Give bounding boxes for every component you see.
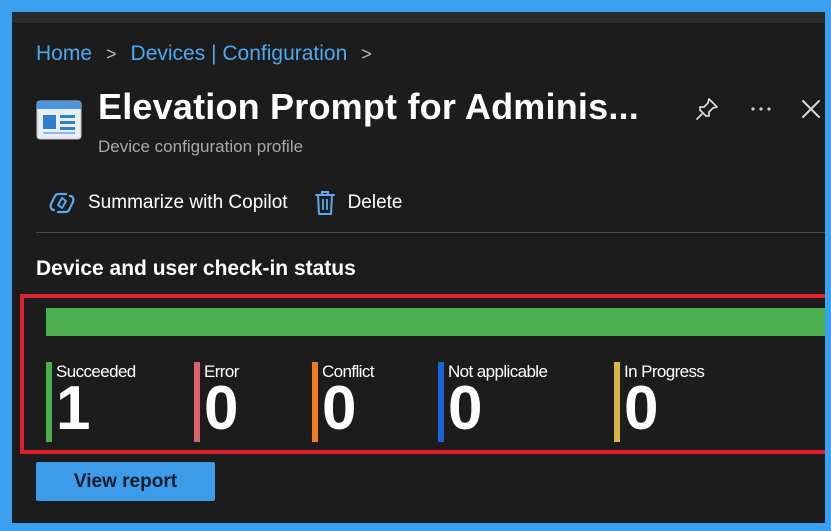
status-not-applicable[interactable]: Not applicable 0 [438, 362, 548, 444]
view-report-button[interactable]: View report [36, 462, 215, 501]
status-count: 0 [322, 374, 357, 443]
profile-panel: Home > Devices | Configuration > Elevati… [12, 12, 825, 523]
delete-label: Delete [347, 192, 403, 213]
profile-icon [36, 100, 82, 140]
summarize-with-copilot-button[interactable]: Summarize with Copilot [48, 191, 288, 215]
command-toolbar: Summarize with Copilot Delete [48, 190, 403, 216]
breadcrumb-separator: > [106, 43, 117, 64]
top-strip [12, 12, 825, 23]
delete-button[interactable]: Delete [314, 190, 403, 216]
status-progress-bar [46, 308, 825, 336]
status-count: 0 [448, 374, 483, 443]
toolbar-divider [36, 232, 825, 233]
section-title: Device and user check-in status [36, 257, 356, 280]
status-color-bar [194, 362, 200, 442]
breadcrumb-home[interactable]: Home [36, 42, 92, 66]
status-color-bar [438, 362, 444, 442]
pin-icon[interactable] [694, 96, 720, 122]
trash-icon [314, 191, 335, 215]
more-icon[interactable] [748, 102, 774, 116]
status-count: 0 [204, 374, 239, 443]
status-in-progress[interactable]: In Progress 0 [614, 362, 705, 444]
status-count: 1 [56, 374, 91, 443]
status-error[interactable]: Error 0 [194, 362, 239, 444]
breadcrumb-devices-configuration[interactable]: Devices | Configuration [131, 42, 348, 66]
status-color-bar [46, 362, 52, 442]
status-succeeded[interactable]: Succeeded 1 [46, 362, 136, 444]
status-progress-fill [46, 308, 825, 336]
breadcrumb: Home > Devices | Configuration > [36, 42, 386, 66]
breadcrumb-separator: > [361, 43, 372, 64]
summarize-label: Summarize with Copilot [88, 192, 288, 213]
status-count: 0 [624, 374, 659, 443]
status-conflict[interactable]: Conflict 0 [312, 362, 374, 444]
page-subtitle: Device configuration profile [98, 137, 304, 156]
copilot-icon [49, 192, 75, 214]
status-color-bar [312, 362, 318, 442]
page-title: Elevation Prompt for Adminis... [98, 86, 639, 127]
close-icon[interactable] [800, 98, 822, 120]
status-color-bar [614, 362, 620, 442]
